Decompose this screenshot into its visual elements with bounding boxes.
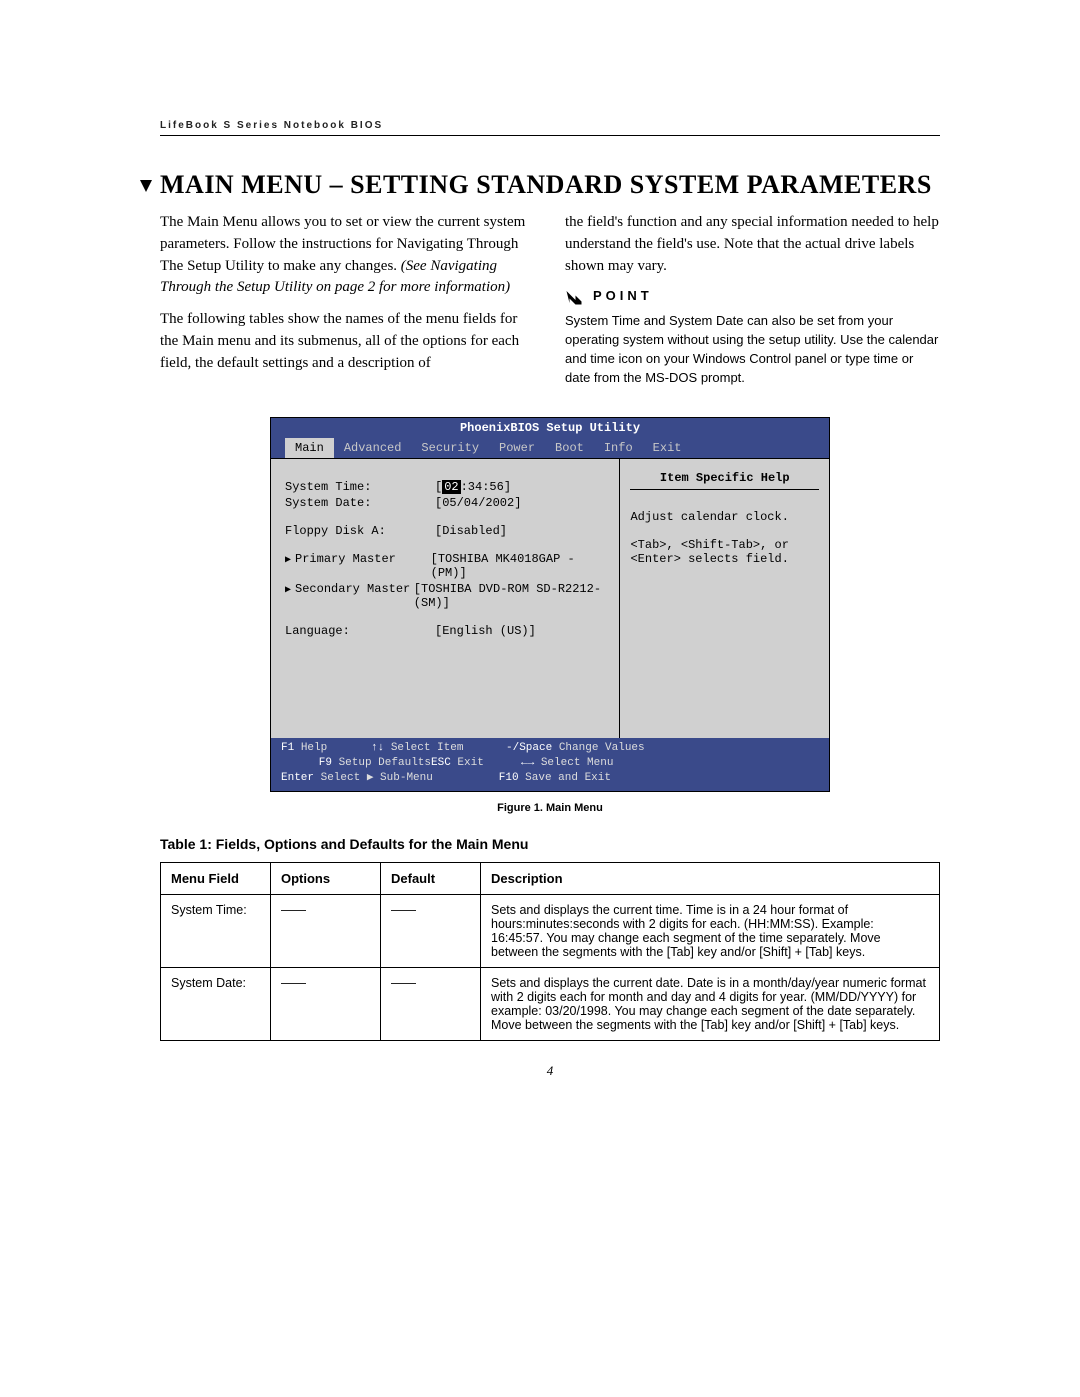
- bios-field-label: Language:: [285, 624, 435, 638]
- bios-field-label: Secondary Master: [285, 582, 414, 610]
- bios-tab: Security: [411, 438, 489, 458]
- bios-field-value: [02:34:56]: [435, 480, 511, 494]
- point-body: System Time and System Date can also be …: [565, 312, 940, 387]
- bios-footer-item: F10 Save and Exit: [461, 771, 611, 786]
- main-menu-table: Menu Field Options Default Description S…: [160, 862, 940, 1041]
- point-label: POINT: [593, 287, 653, 306]
- td-options: ——: [271, 895, 381, 968]
- bios-tab: Boot: [545, 438, 594, 458]
- left-column: The Main Menu allows you to set or view …: [160, 212, 535, 387]
- bios-help-title: Item Specific Help: [630, 467, 819, 490]
- page-content: LifeBook S Series Notebook BIOS MAIN MEN…: [0, 0, 1080, 1139]
- th-default: Default: [381, 863, 481, 895]
- bios-footer-item: F9 Setup Defaults: [281, 756, 431, 771]
- td-description: Sets and displays the current time. Time…: [481, 895, 940, 968]
- point-icon: [565, 288, 583, 306]
- bios-fields: System Time:[02:34:56]System Date:[05/04…: [271, 459, 620, 738]
- th-description: Description: [481, 863, 940, 895]
- bios-help-body: Adjust calendar clock. <Tab>, <Shift-Tab…: [630, 510, 819, 566]
- body-text: The following tables show the names of t…: [160, 309, 535, 374]
- bios-tab: Power: [489, 438, 545, 458]
- bios-field-row: System Time:[02:34:56]: [285, 479, 605, 495]
- td-default: ——: [381, 895, 481, 968]
- body-text: the field's function and any special inf…: [565, 212, 940, 277]
- bios-screenshot: PhoenixBIOS Setup Utility MainAdvancedSe…: [270, 417, 830, 792]
- bios-footer-item: ESC Exit: [431, 756, 521, 771]
- td-default: ——: [381, 968, 481, 1041]
- td-menu-field: System Date:: [161, 968, 271, 1041]
- bios-field-row: System Date:[05/04/2002]: [285, 495, 605, 511]
- th-menu-field: Menu Field: [161, 863, 271, 895]
- bios-title: PhoenixBIOS Setup Utility: [271, 418, 829, 438]
- bios-field-row: Secondary Master[TOSHIBA DVD-ROM SD-R221…: [285, 581, 605, 611]
- page-title: MAIN MENU – SETTING STANDARD SYSTEM PARA…: [160, 170, 940, 200]
- bios-footer: F1 Help↑↓ Select Item-/Space Change Valu…: [271, 738, 829, 791]
- bios-field-value: [TOSHIBA MK4018GAP -(PM)]: [431, 552, 606, 580]
- bios-field-row: Floppy Disk A:[Disabled]: [285, 523, 605, 539]
- bios-footer-item: ↑↓ Select Item: [371, 741, 506, 756]
- page-marker-icon: [140, 180, 152, 192]
- bios-field-label: Floppy Disk A:: [285, 524, 435, 538]
- bios-field-label: Primary Master: [285, 552, 431, 580]
- bios-footer-item: ←→ Select Menu: [521, 756, 656, 771]
- table-title: Table 1: Fields, Options and Defaults fo…: [160, 836, 940, 852]
- bios-field-label: System Time:: [285, 480, 435, 494]
- td-options: ——: [271, 968, 381, 1041]
- bios-field-label: System Date:: [285, 496, 435, 510]
- bios-help-line: <Enter> selects field.: [630, 552, 819, 566]
- bios-field-value: [TOSHIBA DVD-ROM SD-R2212-(SM)]: [414, 582, 606, 610]
- table-row: System Date:————Sets and displays the cu…: [161, 968, 940, 1041]
- bios-tab: Exit: [643, 438, 692, 458]
- bios-field-value: [English (US)]: [435, 624, 536, 638]
- bios-help-line: Adjust calendar clock.: [630, 510, 819, 524]
- bios-tab: Advanced: [334, 438, 412, 458]
- bios-tabs: MainAdvancedSecurityPowerBootInfoExit: [271, 438, 829, 458]
- table-row: System Time:————Sets and displays the cu…: [161, 895, 940, 968]
- td-description: Sets and displays the current date. Date…: [481, 968, 940, 1041]
- bios-field-value: [05/04/2002]: [435, 496, 521, 510]
- td-menu-field: System Time:: [161, 895, 271, 968]
- bios-footer-item: -/Space Change Values: [506, 741, 686, 756]
- bios-body: System Time:[02:34:56]System Date:[05/04…: [271, 458, 829, 738]
- bios-tab: Info: [594, 438, 643, 458]
- right-column: the field's function and any special inf…: [565, 212, 940, 387]
- bios-field-value: [Disabled]: [435, 524, 507, 538]
- bios-help-line: <Tab>, <Shift-Tab>, or: [630, 538, 819, 552]
- running-head: LifeBook S Series Notebook BIOS: [160, 120, 940, 136]
- text-columns: The Main Menu allows you to set or view …: [160, 212, 940, 387]
- th-options: Options: [271, 863, 381, 895]
- bios-help-line: [630, 524, 819, 538]
- figure-caption: Figure 1. Main Menu: [160, 802, 940, 814]
- bios-field-row: Primary Master[TOSHIBA MK4018GAP -(PM)]: [285, 551, 605, 581]
- bios-footer-item: Enter Select ▶ Sub-Menu: [281, 771, 461, 786]
- bios-tab: Main: [285, 438, 334, 458]
- bios-footer-item: F1 Help: [281, 741, 371, 756]
- bios-help: Item Specific Help Adjust calendar clock…: [620, 459, 829, 738]
- point-heading: POINT: [565, 287, 940, 306]
- page-number: 4: [160, 1063, 940, 1079]
- bios-field-row: Language:[English (US)]: [285, 623, 605, 639]
